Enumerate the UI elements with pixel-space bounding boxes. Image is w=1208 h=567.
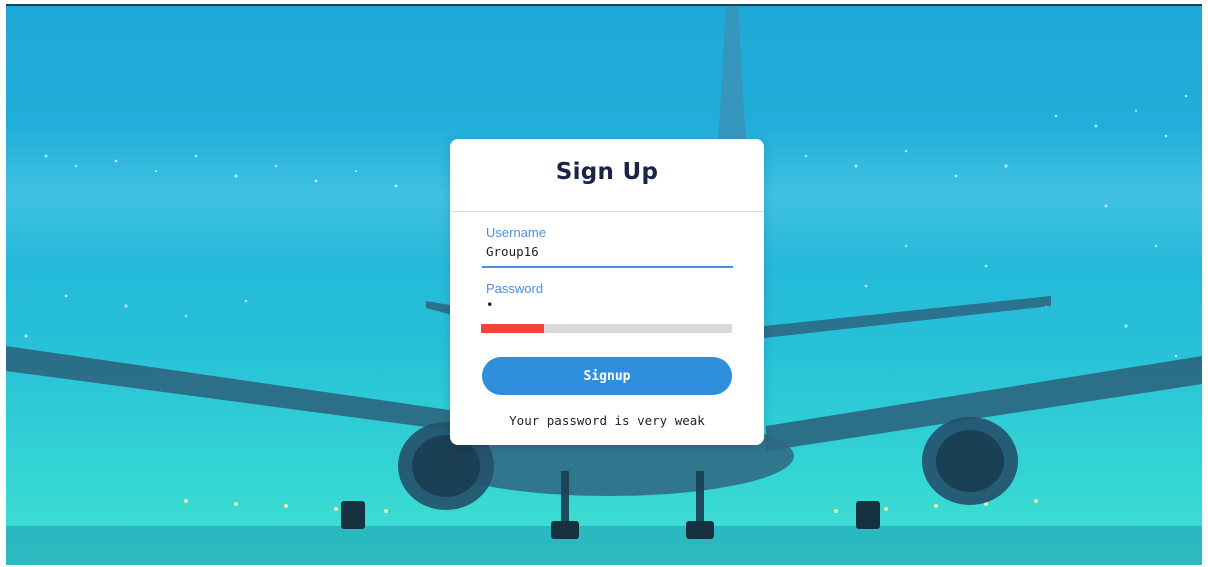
signup-card: Sign Up Username Group16 Password • Sign…	[450, 139, 764, 445]
password-strength-fill	[481, 324, 544, 333]
password-label: Password	[486, 281, 544, 296]
username-underline	[482, 266, 733, 268]
background-photo: Sign Up Username Group16 Password • Sign…	[6, 4, 1202, 565]
left-wing	[6, 346, 456, 431]
page-title: Sign Up	[555, 159, 659, 185]
runway	[6, 526, 1202, 565]
runway-lights	[184, 499, 1038, 513]
password-strength-meter	[481, 324, 732, 333]
username-label: Username	[486, 225, 546, 240]
password-input[interactable]: •	[486, 297, 494, 312]
username-input[interactable]: Group16	[486, 244, 539, 259]
tail-fin	[718, 6, 746, 146]
right-stabilizer	[764, 296, 1051, 338]
password-strength-message: Your password is very weak	[509, 413, 705, 428]
signup-button[interactable]: Signup	[482, 357, 732, 395]
title-divider	[450, 211, 764, 212]
